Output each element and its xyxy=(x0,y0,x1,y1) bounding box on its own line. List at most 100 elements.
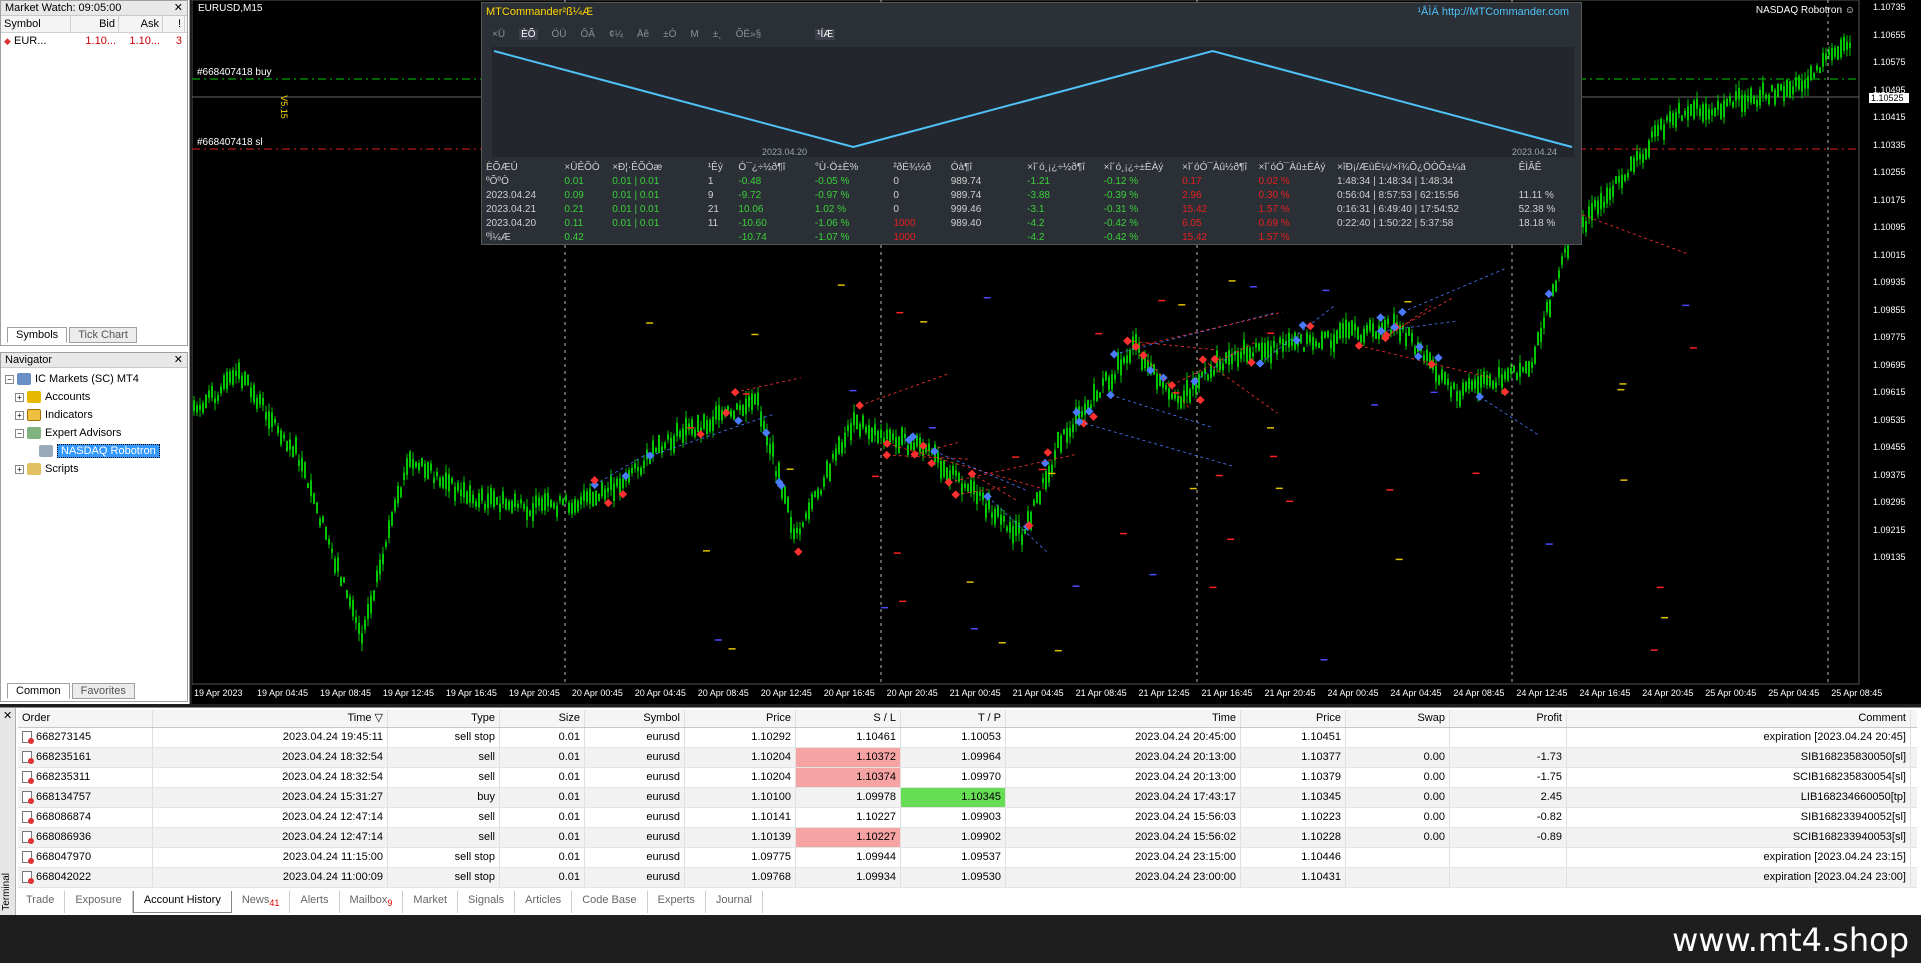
column-header[interactable]: Swap xyxy=(1346,710,1450,727)
candle-body xyxy=(1321,331,1323,350)
mtc-tab[interactable]: ÕË»§ xyxy=(736,29,762,40)
tab-favorites[interactable]: Favorites xyxy=(71,683,135,699)
history-row[interactable]: 668235161 2023.04.24 18:32:54 sell 0.01 euru… xyxy=(18,748,1917,768)
tree-accounts[interactable]: + Accounts xyxy=(15,389,90,405)
terminal-tab[interactable]: Mailbox9 xyxy=(340,891,404,913)
mtcommander-link[interactable]: ¹ÅÌÄ http://MTCommander.com xyxy=(1417,6,1569,18)
column-header[interactable]: Time xyxy=(1006,710,1241,727)
col-ask[interactable]: Ask xyxy=(119,16,163,32)
terminal-tab[interactable]: Journal xyxy=(706,891,763,913)
candle-body xyxy=(400,487,402,497)
candle-body xyxy=(1021,534,1023,545)
terminal-tab[interactable]: Exposure xyxy=(65,891,133,913)
mtc-tab[interactable]: ×Ü xyxy=(492,29,505,40)
history-row[interactable]: 668086936 2023.04.24 12:47:14 sell 0.01 euru… xyxy=(18,828,1917,848)
col-bid[interactable]: Bid xyxy=(71,16,119,32)
close-icon[interactable]: ✕ xyxy=(174,353,183,367)
column-header[interactable]: S / L xyxy=(796,710,901,727)
column-header[interactable]: T / P xyxy=(901,710,1006,727)
equity-line xyxy=(493,49,1573,149)
mtc-tab[interactable]: ±Ó xyxy=(663,29,676,40)
column-header[interactable]: Type xyxy=(388,710,500,727)
terminal-tab[interactable]: Articles xyxy=(515,891,573,913)
mtc-tab[interactable]: ÈÕ xyxy=(519,29,538,40)
candle-body xyxy=(247,374,249,386)
history-row[interactable]: 668047970 2023.04.24 11:15:00 sell stop 0.0… xyxy=(18,848,1917,868)
candle-body xyxy=(1414,346,1416,355)
history-row[interactable]: 668042022 2023.04.24 11:00:09 sell stop 0.0… xyxy=(18,868,1917,888)
candle-body xyxy=(436,471,438,477)
terminal-label: Terminal xyxy=(1,873,12,911)
candle-body xyxy=(454,486,456,502)
terminal-tab[interactable]: Alerts xyxy=(290,891,340,913)
history-cell: 2023.04.24 20:13:00 xyxy=(1006,748,1241,767)
expand-icon[interactable]: + xyxy=(15,464,24,474)
history-row[interactable]: 668134757 2023.04.24 15:31:27 buy 0.01 eurus… xyxy=(18,788,1917,808)
candle-body xyxy=(1219,359,1221,370)
expand-icon[interactable]: + xyxy=(15,410,24,420)
candle-body xyxy=(685,418,687,436)
history-row[interactable]: 668086874 2023.04.24 12:47:14 sell 0.01 euru… xyxy=(18,808,1917,828)
trade-connector xyxy=(1259,305,1335,364)
candle-body xyxy=(418,463,420,471)
tree-nasdaq-robotron[interactable]: NASDAQ Robotron xyxy=(39,443,160,459)
candle-body xyxy=(892,433,894,440)
history-row[interactable]: 668273145 2023.04.24 19:45:11 sell stop 0.0… xyxy=(18,728,1917,748)
tree-indicators[interactable]: + Indicators xyxy=(15,407,93,423)
time-axis-label: 20 Apr 04:45 xyxy=(634,688,686,698)
market-watch-row[interactable]: ◆ EUR... 1.10... 1.10... 3 xyxy=(1,33,187,50)
history-row[interactable]: 668235311 2023.04.24 18:32:54 sell 0.01 euru… xyxy=(18,768,1917,788)
collapse-icon[interactable]: − xyxy=(15,428,24,438)
stats-cell: -10.74 xyxy=(738,232,767,243)
mtc-tab[interactable]: ±¸ xyxy=(713,29,722,40)
time-axis-label: 21 Apr 00:45 xyxy=(949,688,1001,698)
col-spread[interactable]: ! xyxy=(163,16,185,32)
terminal-tab[interactable]: Market xyxy=(403,891,459,913)
close-icon[interactable]: ✕ xyxy=(3,709,12,722)
column-header[interactable]: Price xyxy=(1241,710,1346,727)
terminal-tabs: Trade Exposure Account History News41 Alerts… xyxy=(16,891,763,913)
terminal-tab[interactable]: Code Base xyxy=(572,891,648,913)
close-icon[interactable]: ✕ xyxy=(174,1,183,15)
column-header[interactable]: Comment xyxy=(1567,710,1911,727)
terminal-tab[interactable]: Trade xyxy=(16,891,66,913)
tree-scripts[interactable]: + Scripts xyxy=(15,461,79,477)
history-cell: sell stop xyxy=(388,868,500,887)
collapse-icon[interactable]: − xyxy=(5,374,14,384)
candle-body xyxy=(259,394,261,405)
tab-symbols[interactable]: Symbols xyxy=(7,327,68,343)
history-cell: 2023.04.24 11:00:09 xyxy=(153,868,388,887)
mtc-tab[interactable]: Äê xyxy=(637,29,649,40)
tab-common[interactable]: Common xyxy=(7,683,70,699)
history-cell: 0.01 xyxy=(500,768,585,787)
candle-body xyxy=(331,548,333,553)
candle-body xyxy=(691,419,693,435)
price-axis-label: 1.09695 xyxy=(1873,359,1906,370)
terminal-tab[interactable]: Account History xyxy=(132,891,232,913)
col-symbol[interactable]: Symbol xyxy=(1,16,71,32)
mtc-tab[interactable]: ¢¼ xyxy=(609,29,623,40)
price-chart[interactable]: EURUSD,M15 #668407418 buy #668407418 sl … xyxy=(192,0,1921,704)
column-header[interactable]: Time ▽ xyxy=(153,710,388,727)
tab-tick-chart[interactable]: Tick Chart xyxy=(69,327,137,343)
candle-body xyxy=(1801,80,1803,92)
terminal-tab[interactable]: Experts xyxy=(648,891,706,913)
stats-cell: 11.11 % xyxy=(1518,190,1554,201)
tree-root[interactable]: − IC Markets (SC) MT4 xyxy=(5,371,139,387)
column-header[interactable]: Order xyxy=(18,710,153,727)
mtc-tab-extra[interactable]: ¹ÍÆ xyxy=(815,29,836,40)
candle-body xyxy=(571,503,573,514)
column-header[interactable]: Profit xyxy=(1450,710,1567,727)
terminal-tab[interactable]: Signals xyxy=(458,891,516,913)
mtc-tab[interactable]: ÔÂ xyxy=(581,29,595,40)
expand-icon[interactable]: + xyxy=(15,392,24,402)
terminal-tab[interactable]: News41 xyxy=(232,891,291,913)
mtc-tab[interactable]: M xyxy=(690,29,698,40)
history-cell: -0.89 xyxy=(1450,828,1567,847)
mtc-tab[interactable]: ÖÜ xyxy=(552,29,567,40)
column-header[interactable]: Symbol xyxy=(585,710,685,727)
column-header[interactable]: Size xyxy=(500,710,585,727)
column-header[interactable]: Price xyxy=(685,710,796,727)
tree-expert-advisors[interactable]: − Expert Advisors xyxy=(15,425,121,441)
candle-body xyxy=(1558,270,1560,279)
